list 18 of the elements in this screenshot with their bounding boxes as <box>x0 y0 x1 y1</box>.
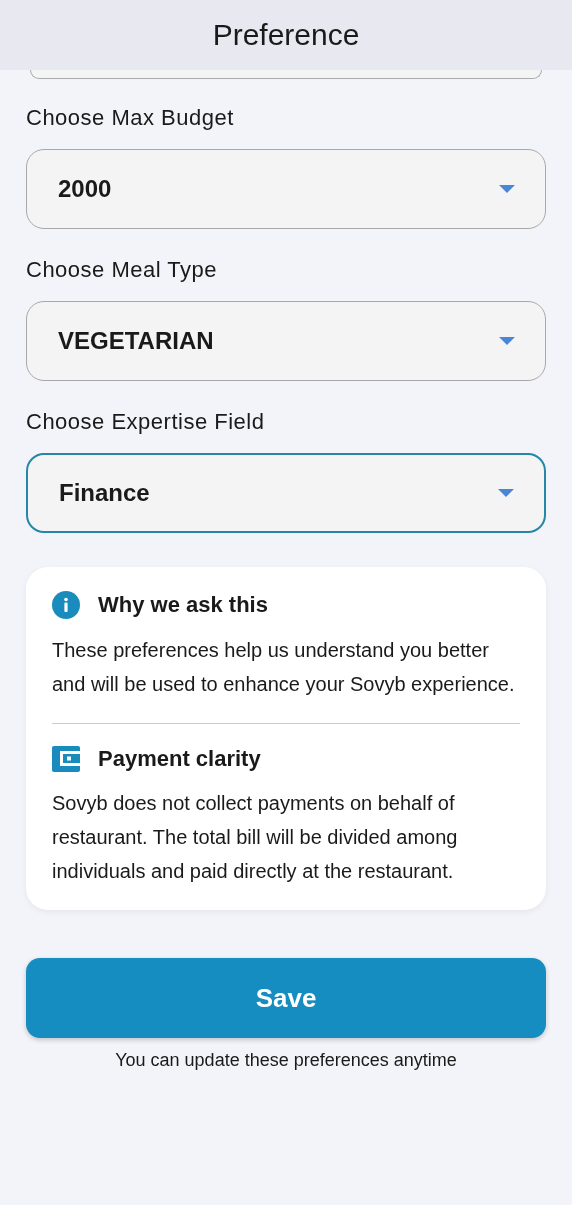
dropdown-field[interactable]: 2000 <box>26 149 546 229</box>
section-text: Sovyb does not collect payments on behalf of restaurant. The total bill will be divided among individuals and paid directly at the restaurant. <box>52 791 459 884</box>
page-title: Preference <box>212 18 360 52</box>
section-title: Why we ask this <box>98 592 268 618</box>
section-text: These preferences help us understand you better and will be used to enhance your Sovyb experience. <box>52 638 516 697</box>
footnote-text: You can update these preferences anytime <box>114 1050 458 1071</box>
info-icon <box>52 591 80 619</box>
caret-icon <box>499 337 515 345</box>
dropdown-field[interactable]: VEGETARIAN <box>26 301 546 381</box>
caret-icon <box>499 185 515 193</box>
dropdown-field[interactable]: Finance <box>26 453 546 533</box>
section-title: Payment clarity <box>98 746 261 772</box>
field-label: Choose Max Budget <box>26 105 235 131</box>
field-label: Choose Meal Type <box>26 257 219 283</box>
wallet-icon <box>52 746 80 772</box>
save-button[interactable]: Save <box>26 958 546 1038</box>
field-label: Choose Expertise Field <box>26 409 266 435</box>
caret-icon <box>498 489 514 497</box>
